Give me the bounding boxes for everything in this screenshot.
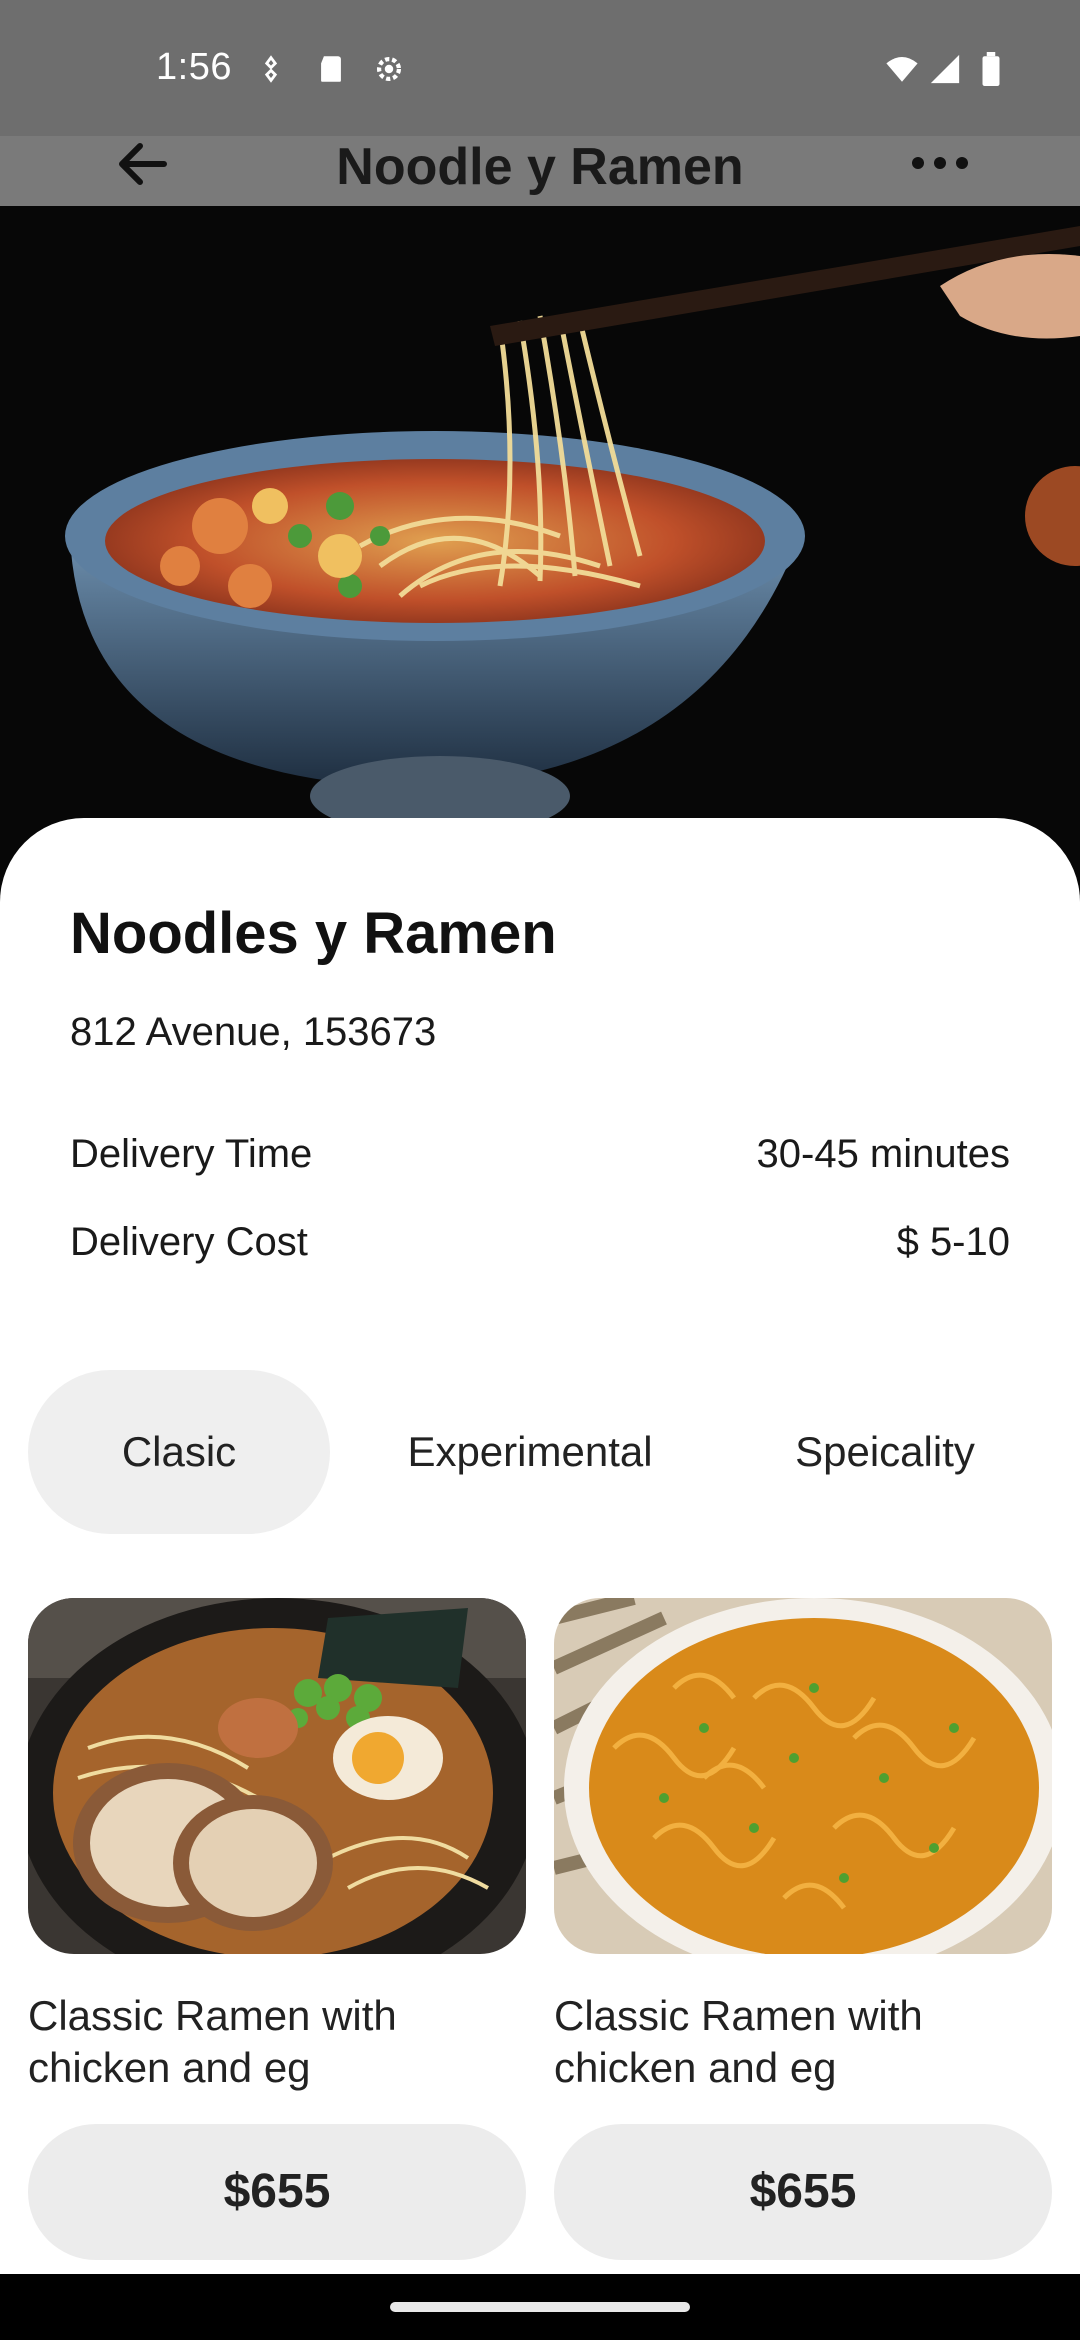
restaurant-name: Noodles y Ramen [70,901,557,966]
delivery-time-value: 30-45 minutes [756,1132,1010,1176]
product-image [28,1598,526,1954]
category-tabs: Clasic Experimental Speicality [28,1370,1052,1534]
hotspot-icon [254,52,288,86]
back-button[interactable] [100,136,180,206]
settings-gear-icon [372,52,406,86]
tab-clasic[interactable]: Clasic [28,1370,330,1534]
more-options-button[interactable] [900,136,980,206]
signal-icon [928,52,962,86]
delivery-cost-value: $ 5-10 [896,1220,1010,1264]
status-bar: 1:56 [0,0,1080,136]
navigation-bar [0,2274,1080,2340]
delivery-time-label: Delivery Time [70,1132,313,1176]
product-image [554,1598,1052,1954]
delivery-cost-row: Delivery Cost $ 5-10 [70,1220,1010,1276]
restaurant-address: 812 Avenue, 153673 [70,1010,437,1054]
wifi-icon [882,52,922,86]
delivery-cost-label: Delivery Cost [70,1220,308,1264]
product-name: Classic Ramen with chicken and eg [28,1992,397,2091]
product-price-button[interactable]: $655 [554,2124,1052,2260]
sd-card-icon [314,52,348,86]
tab-speicality[interactable]: Speicality [740,1370,1030,1534]
delivery-time-row: Delivery Time 30-45 minutes [70,1132,1010,1188]
status-time: 1:56 [156,46,232,88]
tab-experimental[interactable]: Experimental [370,1370,690,1534]
product-card[interactable]: Classic Ramen with chicken and eg [554,1598,1052,2094]
product-name: Classic Ramen with chicken and eg [554,1992,923,2091]
restaurant-details-sheet: Noodles y Ramen 812 Avenue, 153673 Deliv… [0,818,1080,2274]
more-horizontal-icon [912,157,968,169]
product-card[interactable]: Classic Ramen with chicken and eg [28,1598,526,2094]
home-gesture-handle[interactable] [390,2302,690,2312]
arrow-left-icon [119,143,167,185]
app-bar: Noodle y Ramen [0,136,1080,206]
product-price-button[interactable]: $655 [28,2124,526,2260]
battery-icon [978,52,1004,86]
